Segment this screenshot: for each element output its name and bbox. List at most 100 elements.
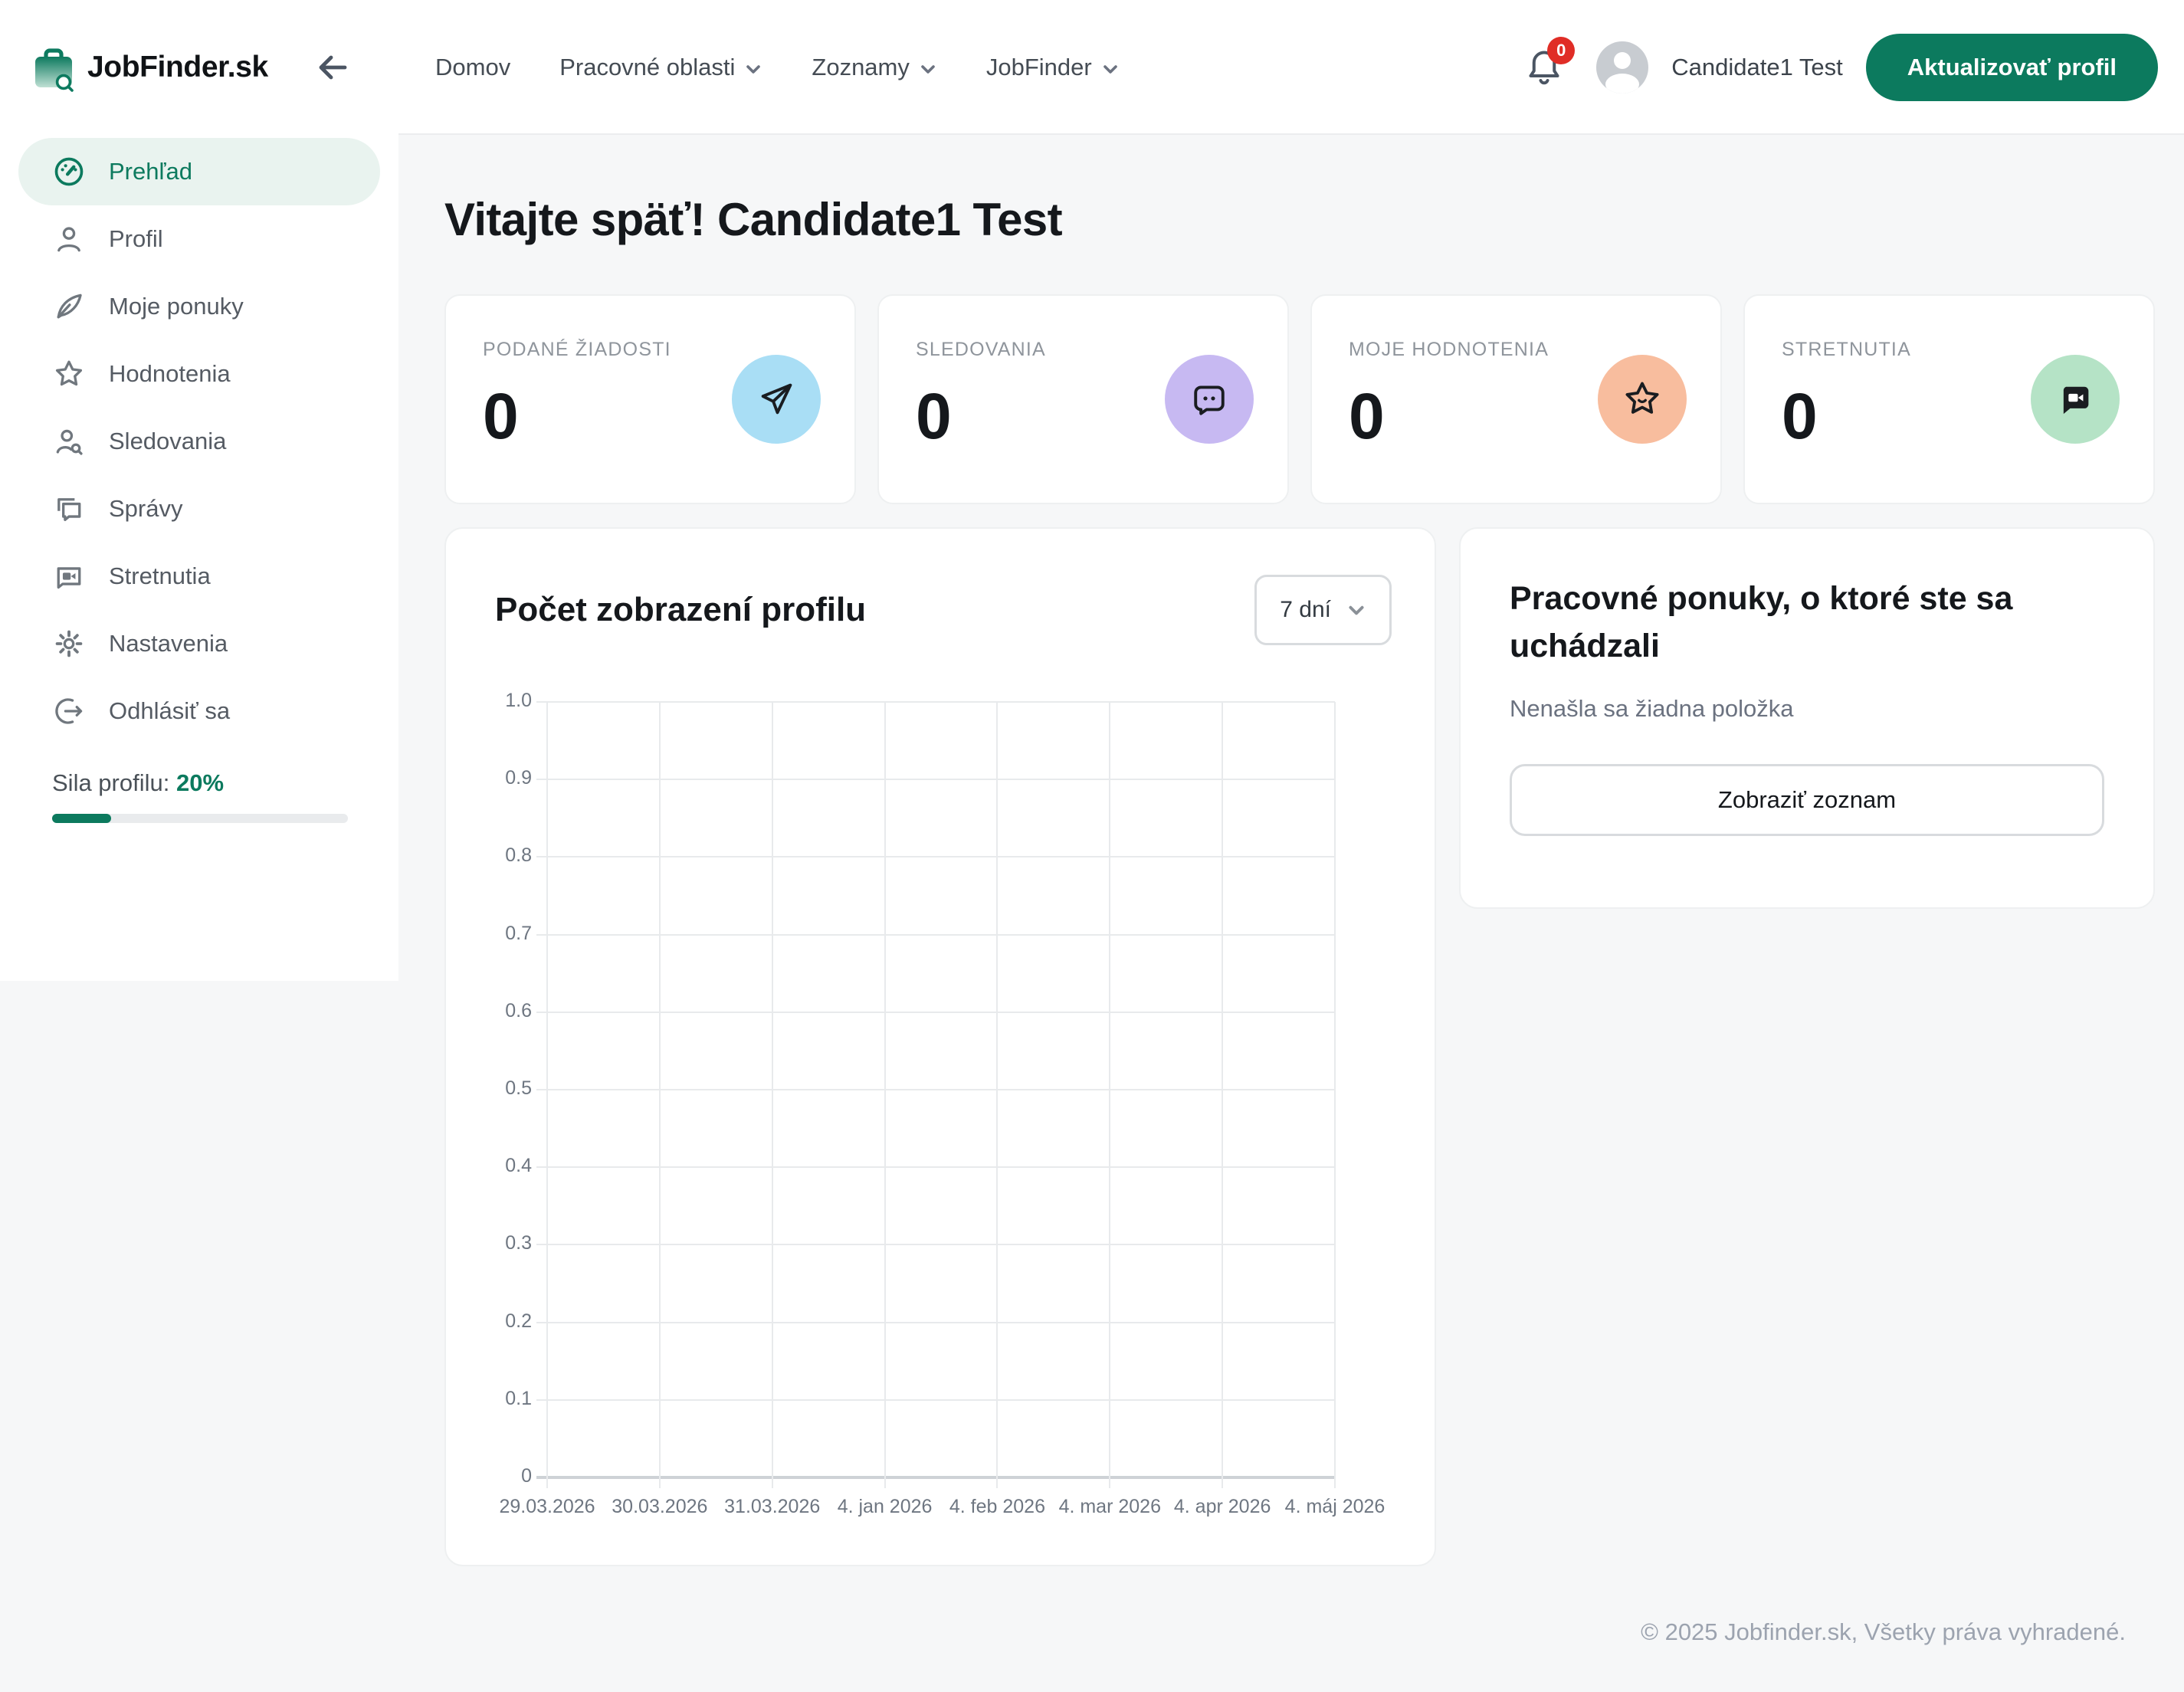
copyright-text: © 2025 Jobfinder.sk, Všetky práva vyhrad… [1641,1618,2126,1645]
y-axis-tick-label: 0.5 [505,1077,532,1099]
stat-card-follows: SLEDOVANIA 0 [877,294,1289,504]
y-axis-tick-label: 0.3 [505,1232,532,1254]
y-axis-tick-label: 0.6 [505,999,532,1021]
page-title: Vitajte späť! Candidate1 Test [444,194,1063,245]
gridline-v [884,702,886,1488]
update-profile-button[interactable]: Aktualizovať profil [1865,34,2158,101]
sidebar-item-meetings[interactable]: Stretnutia [0,543,398,610]
user-search-icon [56,429,83,455]
gridline-v [996,702,999,1488]
sidebar-item-label: Sledovania [109,428,227,454]
gridline-v [771,702,773,1488]
stats-row: PODANÉ ŽIADOSTI 0 SLEDOVANIA 0 MOJE HODN… [444,294,2155,504]
sidebar-item-label: Odhlásiť sa [109,697,231,724]
nav-item-label: Domov [435,54,511,80]
sidebar-item-label: Prehľad [109,158,192,185]
notification-badge: 0 [1547,37,1576,64]
sidebar-item-label: Moje ponuky [109,293,244,320]
gridline-h [536,1166,1335,1169]
chart-range-select[interactable]: 7 dní [1254,575,1392,645]
gridline-h [536,1399,1335,1401]
sidebar-collapse-button[interactable] [313,49,353,89]
chevron-down-icon [921,65,935,74]
show-list-button[interactable]: Zobraziť zoznam [1510,763,2104,836]
sidebar-item-label: Profil [109,225,163,252]
sidebar-item-label: Nastavenia [109,630,228,657]
video-meeting-icon [57,567,81,589]
avatar[interactable] [1596,41,1649,93]
gridline-v [1222,702,1224,1488]
chevron-down-icon [1103,65,1117,74]
chevron-down-icon [1349,605,1364,615]
sidebar-item-label: Stretnutia [109,562,211,589]
gridline-v [1109,702,1111,1488]
y-axis-tick-label: 0.4 [505,1155,532,1177]
main-nav: Domov Pracovné oblasti Zoznamy JobFinder [435,0,1120,135]
nav-item-home[interactable]: Domov [435,54,510,81]
y-axis-tick-label: 0.9 [505,767,532,789]
briefcase-logo-icon[interactable] [28,44,80,97]
nav-item-jobfinder[interactable]: JobFinder [986,54,1120,81]
stat-icon-circle [1598,355,1687,444]
sidebar-item-settings[interactable]: Nastavenia [0,610,398,677]
profile-views-chart: 1.0 0.9 0.8 0.7 0.6 0.5 0.4 0.3 0.2 0.1 0 29.03.202… [499,690,1385,1517]
profile-strength-bar [52,814,348,823]
gridline-h [536,1011,1335,1013]
y-axis-tick-label: 0.7 [505,922,532,944]
profile-views-card: Počet zobrazení profilu 7 dní 1.0 0.9 0.8 0… [444,527,1436,1566]
stat-icon-circle [2031,355,2120,444]
chevron-down-icon [746,65,761,74]
star-icon [55,360,83,386]
stat-card-applications: PODANÉ ŽIADOSTI 0 [444,294,856,504]
applied-jobs-empty-text: Nenašla sa žiadna položka [1510,694,1794,722]
gridline-h [536,1244,1335,1246]
feather-icon [57,293,82,319]
applied-jobs-card: Pracovné ponuky, o ktoré ste sa uchádzal… [1459,527,2155,909]
sidebar-item-logout[interactable]: Odhlásiť sa [0,677,398,745]
gridline-h [536,1321,1335,1323]
main-content: Vitajte späť! Candidate1 Test PODANÉ ŽIA… [444,0,2155,1692]
nav-item-label: Zoznamy [812,54,910,80]
profile-strength-fill [52,814,112,823]
sidebar-item-overview[interactable]: Prehľad [18,138,380,205]
nav-item-work-areas[interactable]: Pracovné oblasti [559,54,762,81]
send-icon [761,383,792,415]
gridline-h [536,1476,1335,1479]
gear-icon [55,630,83,657]
logo-text[interactable]: JobFinder.sk [87,51,268,84]
gridline-h [536,856,1335,858]
nav-item-lists[interactable]: Zoznamy [812,54,936,81]
sidebar-item-label: Hodnotenia [109,360,231,387]
profile-strength-label: Sila profilu: 20% [52,769,225,796]
stat-icon-circle [732,355,821,444]
applied-jobs-title: Pracovné ponuky, o ktoré ste sa uchádzal… [1510,580,2013,665]
sidebar-item-label: Správy [109,495,183,522]
sidebar-item-follows[interactable]: Sledovania [0,408,398,475]
user-name[interactable]: Candidate1 Test [1671,54,1842,81]
nav-item-label: JobFinder [985,54,1092,80]
star-smile-icon [1625,382,1659,414]
arrow-left-icon [319,55,347,80]
gridline-h [536,701,1335,703]
gridline-v [1334,702,1336,1488]
gridline-h [536,1089,1335,1090]
sidebar-item-messages[interactable]: Správy [0,475,398,543]
sidebar-item-my-offers[interactable]: Moje ponuky [0,273,398,340]
stat-icon-circle [1165,355,1254,444]
chart-range-value: 7 dní [1280,597,1331,622]
y-axis-tick-label: 0.2 [505,1310,532,1332]
gridline-h [536,933,1335,936]
nav-item-label: Pracovné oblasti [559,54,736,80]
gauge-icon [54,157,84,186]
sidebar-item-profile[interactable]: Profil [0,205,398,273]
notifications-button[interactable]: 0 [1521,37,1576,90]
stat-card-meetings: STRETNUTIA 0 [1743,294,2155,504]
y-axis-tick-label: 1.0 [505,690,532,711]
sidebar-item-ratings[interactable]: Hodnotenia [0,340,398,408]
x-axis-tick-label: 4. máj 2026 [1284,1496,1385,1517]
y-axis-tick-label: 0.8 [505,844,532,867]
y-axis-tick-label: 0.1 [505,1387,532,1409]
video-chat-icon [2063,386,2089,415]
logo-row: JobFinder.sk [0,0,398,135]
header-right-cluster: 0 Candidate1 Test Aktualizovať profil [1521,0,2158,135]
